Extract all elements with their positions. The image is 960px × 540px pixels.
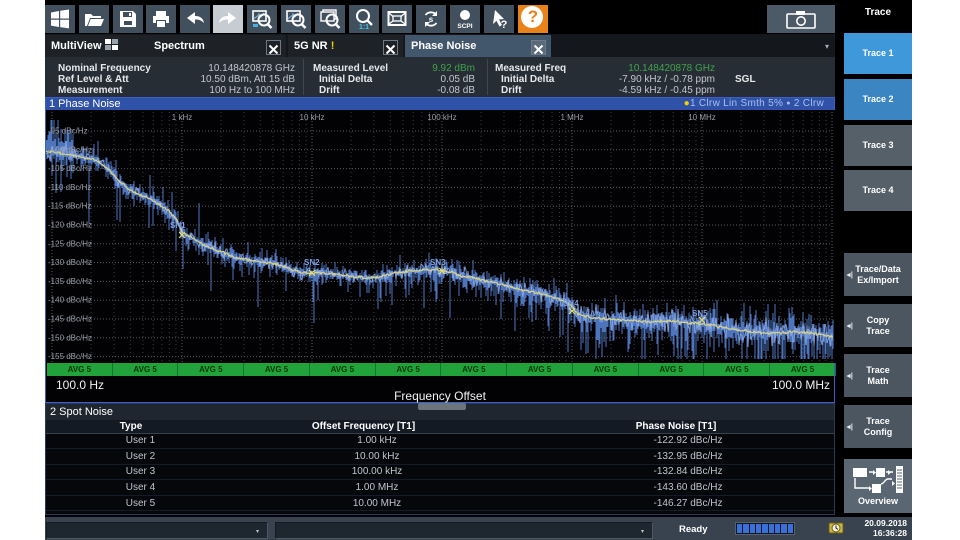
- svg-text:?: ?: [501, 19, 508, 31]
- svg-text:s: s: [429, 15, 434, 24]
- svg-text:SN1: SN1: [170, 221, 186, 230]
- svg-text:-135 dBc/Hz: -135 dBc/Hz: [48, 277, 92, 286]
- svg-text:SN4: SN4: [563, 299, 579, 308]
- svg-text:SN2: SN2: [304, 258, 320, 267]
- svg-text:10 kHz: 10 kHz: [300, 113, 325, 122]
- svg-text:1 kHz: 1 kHz: [172, 113, 192, 122]
- svg-text:-100 dBc/Hz: -100 dBc/Hz: [48, 145, 92, 154]
- svg-text:-115 dBc/Hz: -115 dBc/Hz: [48, 202, 91, 211]
- svg-text:-130 dBc/Hz: -130 dBc/Hz: [48, 258, 92, 267]
- svg-text:SN3: SN3: [430, 258, 446, 267]
- svg-text:-95 dBc/Hz: -95 dBc/Hz: [48, 127, 88, 136]
- svg-text:1:1: 1:1: [359, 24, 369, 31]
- svg-text:SN5: SN5: [692, 309, 708, 318]
- svg-text:-105 dBc/Hz: -105 dBc/Hz: [48, 164, 92, 173]
- svg-text:10 MHz: 10 MHz: [688, 113, 716, 122]
- svg-text:100 kHz: 100 kHz: [427, 113, 456, 122]
- svg-text:-140 dBc/Hz: -140 dBc/Hz: [48, 296, 92, 305]
- svg-text:1 MHz: 1 MHz: [560, 113, 583, 122]
- svg-text:-120 dBc/Hz: -120 dBc/Hz: [48, 221, 92, 230]
- svg-text:-125 dBc/Hz: -125 dBc/Hz: [48, 239, 92, 248]
- svg-text:-150 dBc/Hz: -150 dBc/Hz: [48, 333, 92, 342]
- svg-text:SCPI: SCPI: [457, 23, 472, 30]
- svg-text:-145 dBc/Hz: -145 dBc/Hz: [48, 315, 92, 324]
- svg-text:-155 dBc/Hz: -155 dBc/Hz: [48, 352, 92, 361]
- svg-text:-110 dBc/Hz: -110 dBc/Hz: [48, 183, 91, 192]
